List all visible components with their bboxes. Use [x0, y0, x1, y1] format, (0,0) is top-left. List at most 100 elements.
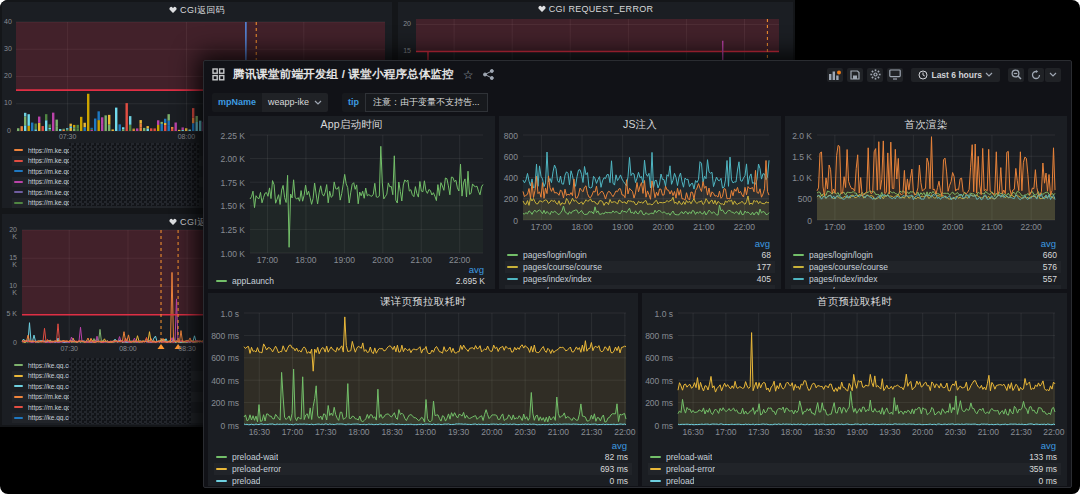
panel-title[interactable]: CGI返回码 [2, 4, 392, 18]
panel-title[interactable]: App启动时间 [208, 118, 495, 132]
panel-first-render: 首次渲染 05001.0 K1.5 K2.0 K17:0018:0019:002… [785, 116, 1067, 289]
legend-avg-header[interactable]: avg [505, 238, 775, 249]
legend-item[interactable]: preload 0 ms [214, 475, 632, 486]
variables-row: mpName weapp-ike tip 注意：由于变量不支持告... [212, 92, 488, 112]
y-axis-label: 0 [787, 216, 812, 226]
series-name[interactable]: preload-wait [666, 452, 712, 462]
star-icon[interactable]: ☆ [463, 68, 474, 82]
legend-item[interactable]: preload-error 359 ms [648, 463, 1061, 475]
series-color-dash [650, 456, 661, 458]
series-avg-value: 405 [749, 274, 771, 284]
legend-avg-header[interactable]: avg [214, 440, 632, 451]
series-color-dash [14, 396, 23, 398]
series-avg-value: 557 [1035, 274, 1057, 284]
legend-avg-header[interactable]: avg [791, 238, 1061, 249]
refresh-icon[interactable] [1028, 68, 1044, 82]
y-axis-label: 1.00 K [210, 249, 245, 259]
legend-item[interactable]: pages/course/course576 [791, 261, 1061, 273]
legend-item[interactable]: pages/login/login68 [505, 249, 775, 261]
series-name[interactable]: preload [666, 476, 694, 486]
series-color-dash [507, 266, 518, 268]
dashboards-icon[interactable] [212, 68, 225, 81]
x-axis-label: 19:00 [893, 222, 933, 232]
time-range-picker[interactable]: Last 6 hours [911, 68, 1000, 82]
add-panel-icon[interactable] [827, 68, 843, 82]
legend-item[interactable]: pages/login/login 660 [791, 249, 1061, 261]
series-color-dash [14, 385, 23, 387]
y-axis-label: 400 ms [644, 376, 673, 386]
y-axis-label: 600 ms [644, 353, 673, 363]
series-name[interactable]: preload-error [666, 464, 715, 474]
chart-course-detail-preload[interactable]: 0 ms200 ms400 ms600 ms800 ms1.0 s16:3017… [210, 311, 634, 438]
series-name[interactable]: pages/index/index [523, 274, 592, 284]
x-axis-label: 21:00 [684, 222, 724, 232]
series-name[interactable]: pages/login/login [809, 250, 873, 260]
chart-app-launch-time[interactable]: 1.00 K1.25 K1.50 K1.75 K2.00 K2.25 K17:0… [210, 133, 491, 266]
series-avg-value: 0 ms [1031, 476, 1057, 486]
dashboard-settings-icon[interactable] [867, 68, 883, 82]
save-dashboard-icon[interactable] [847, 68, 863, 82]
zoom-out-icon[interactable] [1008, 68, 1024, 82]
series-color-dash [14, 364, 23, 366]
series-name[interactable]: pages/… [523, 286, 557, 289]
y-axis-label: 15 [400, 47, 411, 54]
panel-title[interactable]: 课详页预拉取耗时 [208, 295, 638, 309]
y-axis-label: 20 K [4, 226, 17, 240]
series-color-dash [507, 278, 518, 280]
series-name[interactable]: preload-error [232, 464, 281, 474]
y-axis-label: 10 K [4, 282, 17, 296]
series-color-dash [216, 456, 227, 458]
series-avg-value: 660 [1035, 250, 1057, 260]
series-name[interactable]: appLaunch [232, 276, 274, 286]
legend-avg-header[interactable]: avg [648, 440, 1061, 451]
legend-item[interactable]: preload-wait133 ms [648, 451, 1061, 463]
redaction-mosaic [69, 143, 199, 206]
panel-title[interactable]: JS注入 [499, 118, 781, 132]
series-color-dash [14, 202, 23, 204]
series-color-dash [650, 480, 661, 482]
legend-item[interactable]: pages/index/index 557 [791, 273, 1061, 285]
series-name[interactable]: pages/course/course [809, 262, 888, 272]
cycle-view-icon[interactable] [887, 68, 903, 82]
series-color-dash [14, 191, 23, 193]
chart-first-render[interactable]: 05001.0 K1.5 K2.0 K17:0018:0019:0020:002… [787, 133, 1063, 233]
legend-item[interactable]: preload 0 ms [648, 475, 1061, 486]
legend-item[interactable]: preload-wait82 ms [214, 451, 632, 463]
series-color-dash [14, 417, 23, 419]
y-axis-label: 2.25 K [210, 131, 245, 141]
series-color-dash [14, 149, 23, 151]
series-name[interactable]: preload [232, 476, 260, 486]
y-axis-label: 800 [501, 131, 518, 141]
legend-avg-header[interactable]: avg [214, 264, 489, 275]
series-name[interactable]: preload-wait [232, 452, 278, 462]
legend-item[interactable]: pages/index/index 405 [505, 273, 775, 285]
series-color-dash [14, 160, 23, 162]
variable-select-mpname[interactable]: weapp-ike [262, 93, 328, 112]
series-color-dash [216, 280, 227, 282]
x-axis-label: 22:00 [605, 427, 638, 437]
variable-tip-value[interactable]: 注意：由于变量不支持告... [365, 93, 488, 112]
dashboard-title[interactable]: 腾讯课堂前端开发组 / 课堂小程序总体监控 [233, 67, 454, 82]
x-axis-label: 07:30 [48, 133, 88, 140]
panel-title[interactable]: CGI REQUEST_ERROR [398, 4, 793, 18]
series-name[interactable]: pages/… [809, 286, 843, 289]
time-range-label: Last 6 hours [931, 70, 982, 80]
panel-title[interactable]: 首页预拉取耗时 [642, 295, 1067, 309]
series-name[interactable]: pages/login/login [523, 250, 587, 260]
chart-home-preload[interactable]: 0 ms200 ms400 ms600 ms800 ms1.0 s16:3017… [644, 311, 1063, 438]
series-name[interactable]: pages/course/course [523, 262, 602, 272]
series-avg-value: 0 ms [602, 476, 628, 486]
y-axis-label: 0 [501, 216, 518, 226]
series-name[interactable]: pages/index/index [809, 274, 878, 284]
refresh-interval-dropdown[interactable] [1045, 68, 1061, 82]
series-avg-value: 359 ms [1021, 464, 1057, 474]
legend-item[interactable]: preload-error693 ms [214, 463, 632, 475]
panel-title[interactable]: 首次渲染 [785, 118, 1067, 132]
legend-item[interactable]: appLaunch2.695 K [214, 275, 489, 287]
alert-heart-icon [169, 217, 177, 227]
share-icon[interactable] [483, 69, 494, 80]
legend-item[interactable]: pages/…… [791, 285, 1061, 289]
chart-js-inject[interactable]: 020040060080017:0018:0019:0020:0021:0022… [501, 133, 777, 233]
legend-item[interactable]: pages/course/course177 [505, 261, 775, 273]
legend-item[interactable]: pages/…… [505, 285, 775, 289]
